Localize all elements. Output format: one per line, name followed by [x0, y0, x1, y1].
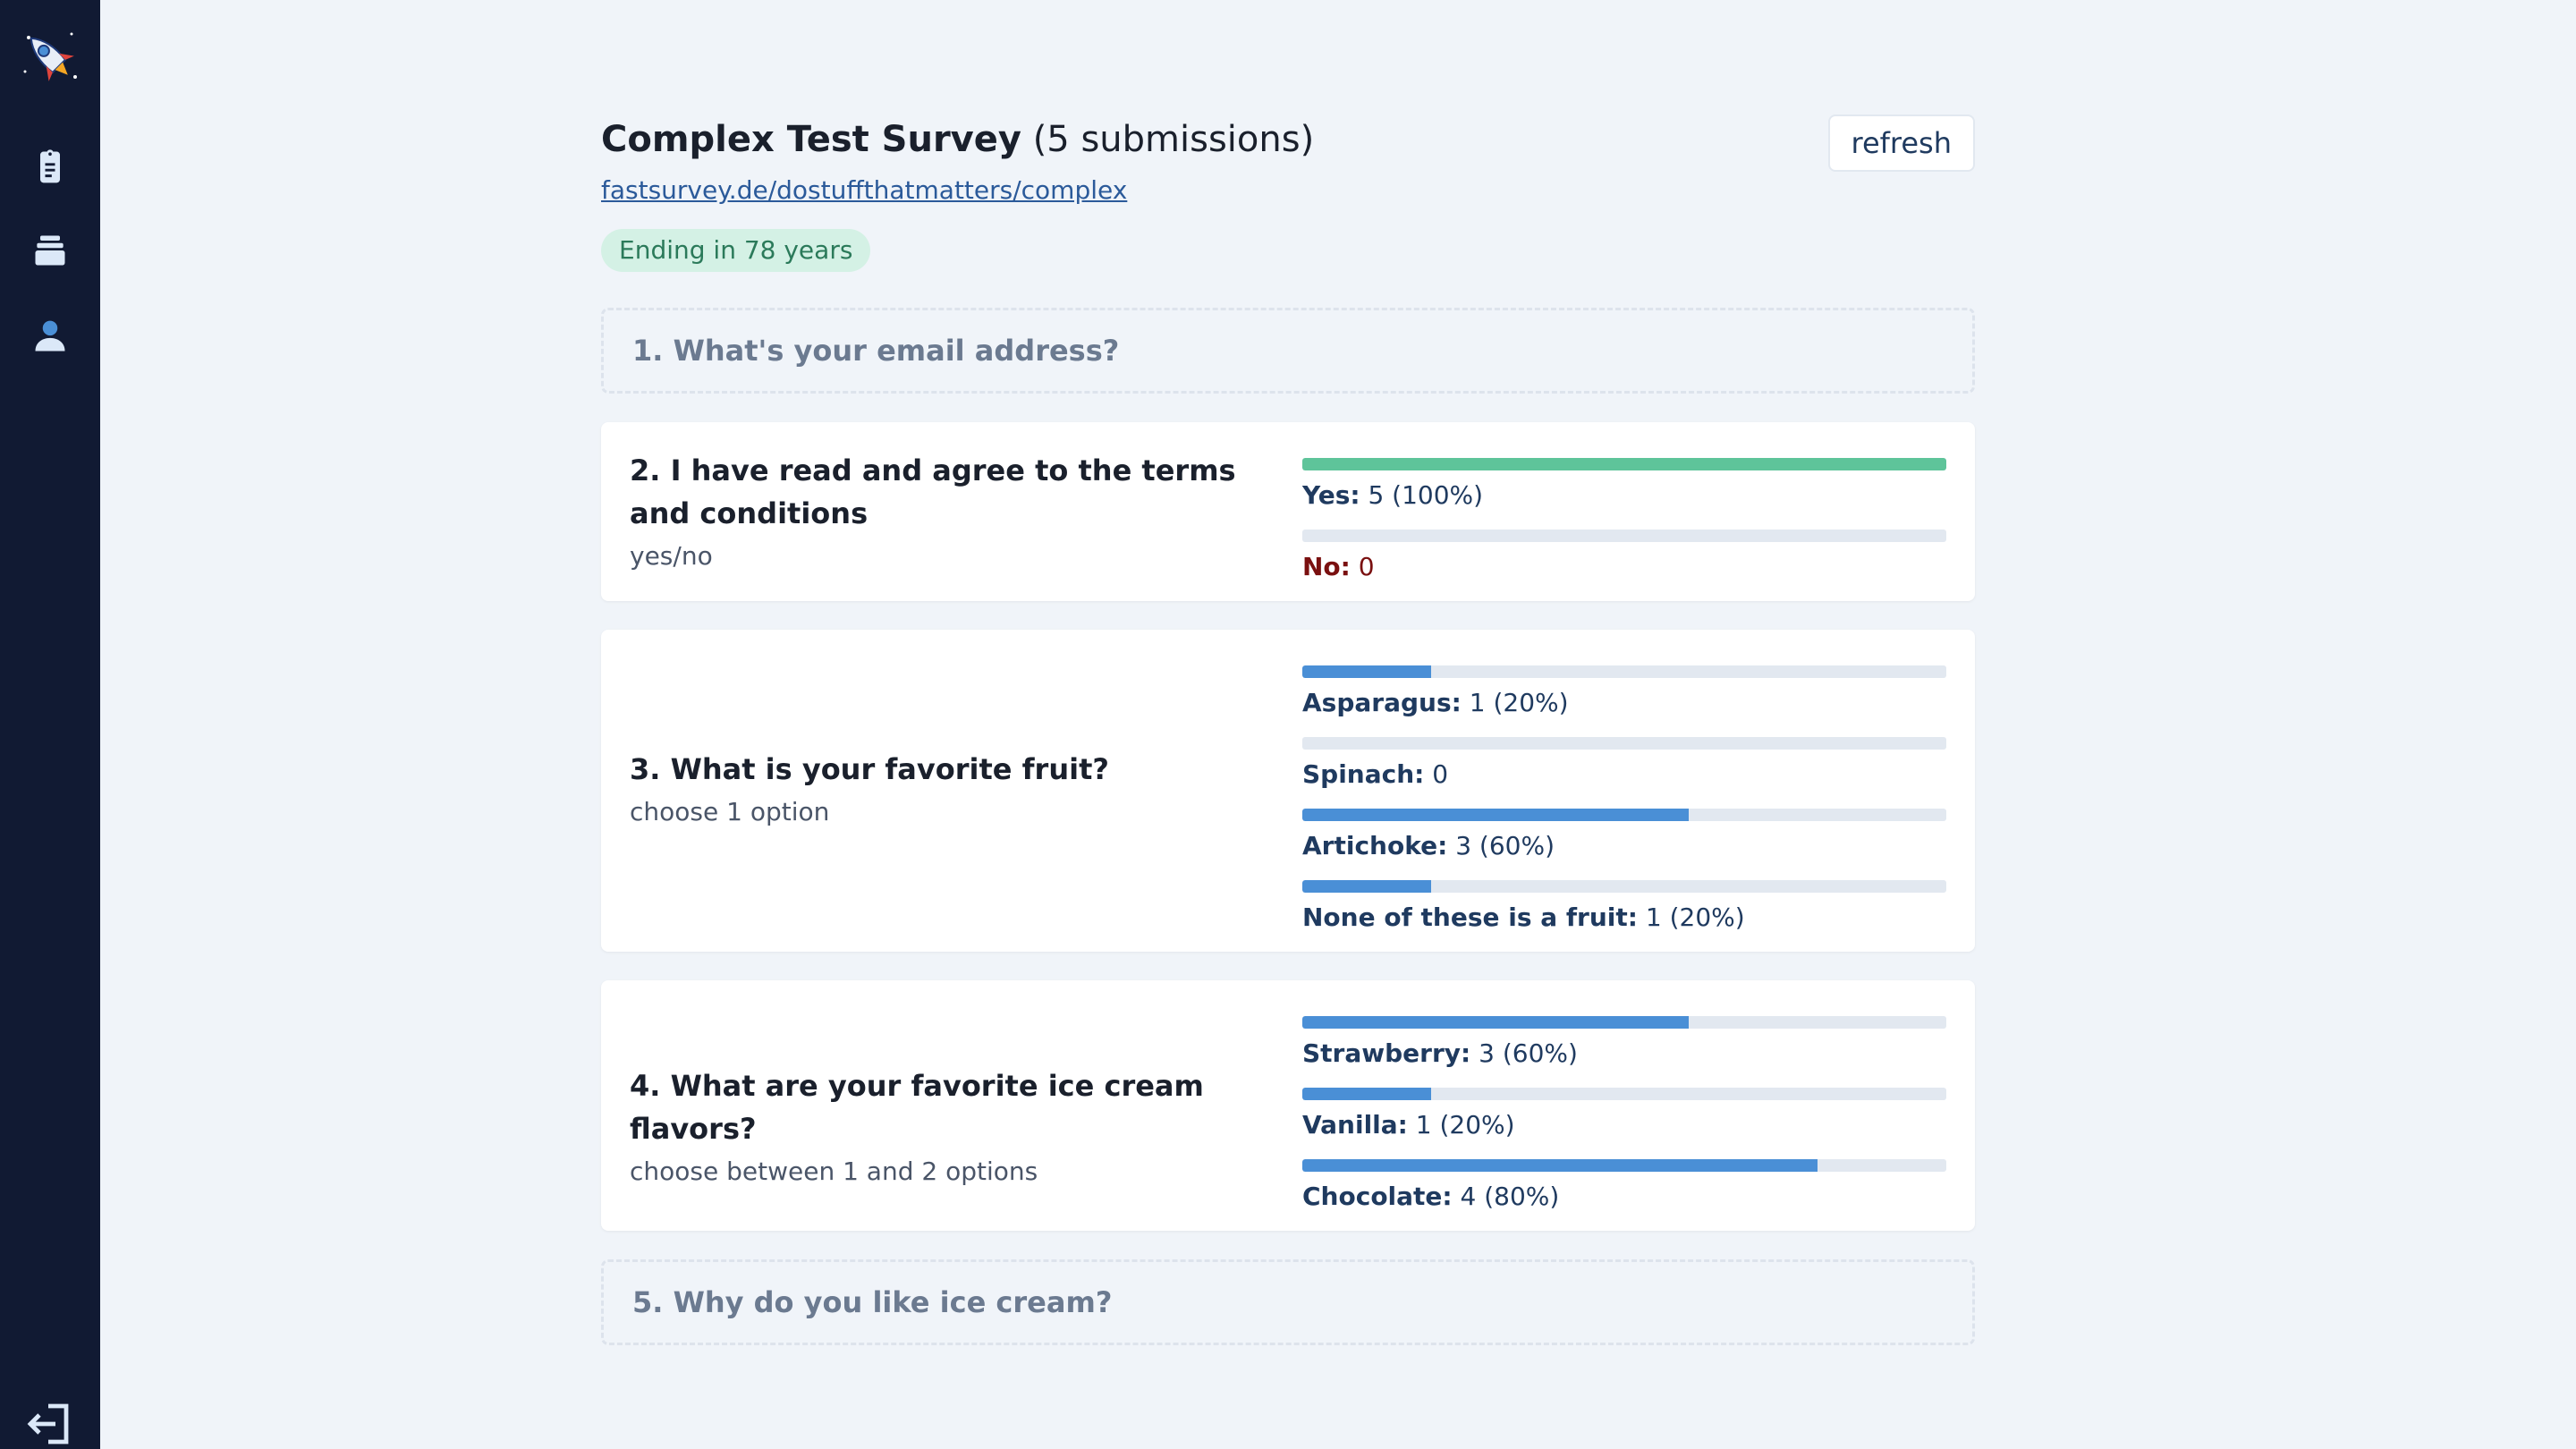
- answer-label: Yes: 5 (100%): [1302, 480, 1484, 510]
- question-card-4: 4. What are your favorite ice cream flav…: [601, 980, 1975, 1231]
- submissions-count: (5 submissions): [1032, 119, 1315, 160]
- bar-track: [1302, 737, 1946, 750]
- answer-label: Vanilla: 1 (20%): [1302, 1110, 1515, 1140]
- bar-fill: [1302, 1016, 1689, 1029]
- bar-track: [1302, 1159, 1946, 1172]
- survey-title: Complex Test Survey: [601, 119, 1021, 160]
- stack-icon[interactable]: [27, 227, 73, 274]
- page-title: Complex Test Survey (5 submissions): [601, 114, 1314, 165]
- question-info: 4. What are your favorite ice cream flav…: [630, 1064, 1274, 1191]
- bar-fill: [1302, 665, 1431, 678]
- answer-row: Artichoke: 3 (60%): [1302, 809, 1946, 880]
- bar-track: [1302, 458, 1946, 470]
- question-card-1[interactable]: 1. What's your email address?: [601, 308, 1975, 394]
- user-icon[interactable]: [27, 313, 73, 360]
- clipboard-icon[interactable]: [27, 143, 73, 190]
- question-title: 4. What are your favorite ice cream flav…: [630, 1069, 1204, 1146]
- bar-fill: [1302, 1159, 1818, 1172]
- answer-row: Strawberry: 3 (60%): [1302, 1016, 1946, 1088]
- sidebar: [0, 0, 100, 1449]
- refresh-button[interactable]: refresh: [1827, 114, 1975, 172]
- answer-row: Asparagus: 1 (20%): [1302, 665, 1946, 737]
- bar-fill: [1302, 880, 1431, 893]
- rocket-logo-icon[interactable]: [18, 25, 82, 89]
- bar-track: [1302, 880, 1946, 893]
- bar-track: [1302, 530, 1946, 542]
- answer-label: Artichoke: 3 (60%): [1302, 831, 1555, 860]
- status-badge: Ending in 78 years: [601, 229, 871, 272]
- answer-label: None of these is a fruit: 1 (20%): [1302, 902, 1745, 932]
- question-title: 5. Why do you like ice cream?: [632, 1285, 1113, 1319]
- question-card-2: 2. I have read and agree to the terms an…: [601, 422, 1975, 601]
- question-card-3: 3. What is your favorite fruit? choose 1…: [601, 630, 1975, 952]
- survey-header: Complex Test Survey (5 submissions) refr…: [601, 114, 1975, 177]
- answer-row: Spinach: 0: [1302, 737, 1946, 809]
- question-info: 2. I have read and agree to the terms an…: [630, 449, 1274, 576]
- bar-fill: [1302, 1088, 1431, 1100]
- question-subtitle: yes/no: [630, 541, 713, 571]
- answer-label: Spinach: 0: [1302, 759, 1449, 789]
- survey-link[interactable]: fastsurvey.de/dostuffthatmatters/complex: [601, 175, 1127, 205]
- question-title: 1. What's your email address?: [632, 334, 1120, 368]
- question-subtitle: choose between 1 and 2 options: [630, 1157, 1038, 1186]
- bar-track: [1302, 1016, 1946, 1029]
- answer-row: None of these is a fruit: 1 (20%): [1302, 880, 1946, 952]
- question-card-5[interactable]: 5. Why do you like ice cream?: [601, 1259, 1975, 1345]
- answer-row: Vanilla: 1 (20%): [1302, 1088, 1946, 1159]
- answer-label: Chocolate: 4 (80%): [1302, 1182, 1560, 1211]
- answer-row: No: 0: [1302, 530, 1946, 601]
- answer-label: Strawberry: 3 (60%): [1302, 1038, 1578, 1068]
- bar-track: [1302, 665, 1946, 678]
- question-subtitle: choose 1 option: [630, 797, 830, 826]
- answer-row: Chocolate: 4 (80%): [1302, 1159, 1946, 1231]
- bar-fill: [1302, 458, 1946, 470]
- answer-label: No: 0: [1302, 552, 1375, 581]
- bar-fill: [1302, 809, 1689, 821]
- question-title: 2. I have read and agree to the terms an…: [630, 453, 1236, 530]
- answer-row: Yes: 5 (100%): [1302, 458, 1946, 530]
- answer-label: Asparagus: 1 (20%): [1302, 688, 1569, 717]
- logout-icon[interactable]: [27, 1402, 73, 1445]
- bar-track: [1302, 1088, 1946, 1100]
- bar-track: [1302, 809, 1946, 821]
- question-info: 3. What is your favorite fruit? choose 1…: [630, 748, 1274, 832]
- question-title: 3. What is your favorite fruit?: [630, 752, 1109, 786]
